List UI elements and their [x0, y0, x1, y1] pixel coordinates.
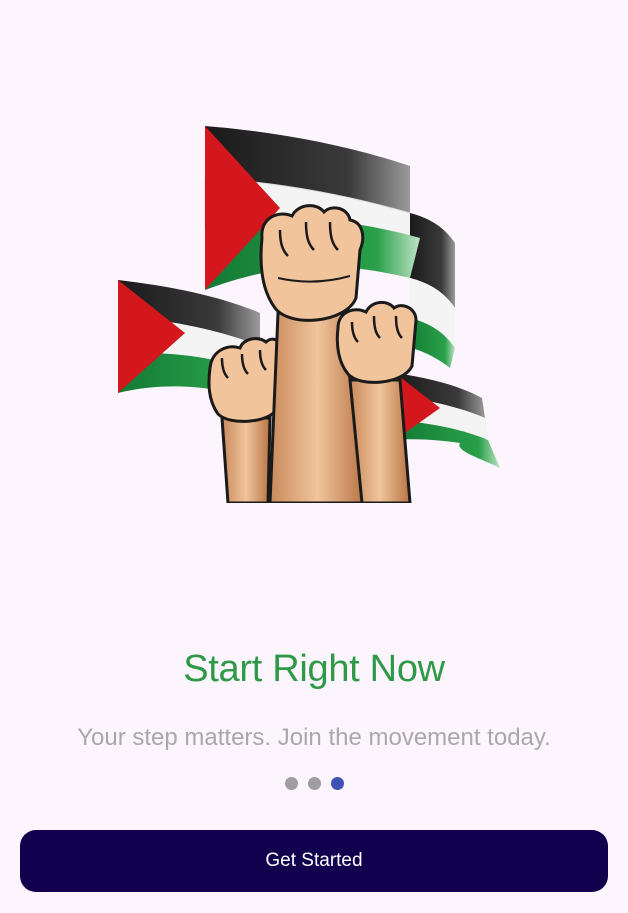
page-indicator — [0, 777, 628, 790]
raised-fists-flags-illustration — [118, 126, 500, 503]
onboarding-subtitle: Your step matters. Join the movement tod… — [77, 724, 551, 751]
page-dot-3-active[interactable] — [330, 777, 344, 790]
page-dot-1[interactable] — [284, 777, 298, 790]
flag-right — [395, 373, 500, 468]
onboarding-screen: Start Right Now Your step matters. Join … — [0, 0, 628, 913]
onboarding-title: Start Right Now — [183, 648, 445, 690]
page-dot-2[interactable] — [307, 777, 321, 790]
get-started-button[interactable]: Get Started — [20, 830, 608, 892]
